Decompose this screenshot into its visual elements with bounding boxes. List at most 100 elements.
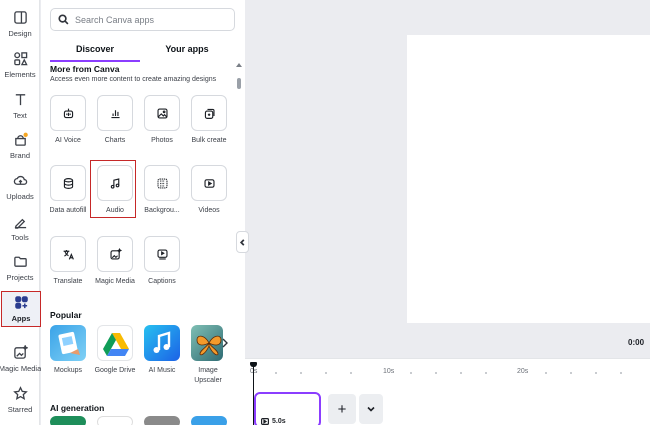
rail-item-text[interactable]: Text (0, 92, 40, 130)
tab-discover[interactable]: Discover (50, 44, 140, 62)
rail-item-label: Projects (6, 273, 34, 282)
app-tile-videos[interactable] (191, 165, 227, 201)
rail-item-label: Apps (11, 314, 31, 323)
rail-item-magic-media[interactable]: Magic Media (0, 345, 42, 383)
app-tile-charts[interactable] (97, 95, 133, 131)
captions-icon (156, 248, 168, 260)
scroll-up-icon[interactable] (236, 62, 242, 68)
google-drive-icon (103, 333, 129, 356)
rail-item-apps[interactable]: Apps (1, 291, 41, 327)
clip-duration-text: 5.0s (272, 418, 286, 425)
app-label: Backgrou... (144, 207, 180, 214)
app-tile-ai-music[interactable] (144, 325, 180, 361)
chevron-down-icon (367, 406, 375, 412)
rail-item-tools[interactable]: Tools (0, 214, 40, 252)
rail-item-label: Uploads (6, 192, 34, 201)
magic-media-icon (109, 247, 122, 260)
clip-duration: 5.0s (261, 418, 286, 425)
panel-scrollbar-thumb[interactable] (237, 78, 241, 89)
text-icon (15, 94, 25, 106)
butterfly-icon (196, 335, 222, 356)
app-tile-ai-gen-4[interactable] (191, 416, 227, 425)
app-tile-captions[interactable] (144, 236, 180, 272)
app-label: Photos (151, 137, 173, 144)
projects-icon (13, 256, 27, 267)
app-tile-magic-media[interactable] (97, 236, 133, 272)
app-tile-backgrounds[interactable] (144, 165, 180, 201)
timeline-clip[interactable]: 5.0s (254, 392, 321, 425)
add-page-button[interactable]: + (328, 394, 356, 424)
app-tile-mockups[interactable] (50, 325, 86, 361)
rail-item-label: Magic Media (0, 364, 42, 373)
timeline-tick: 10s (383, 368, 395, 375)
rail-item-projects[interactable]: Projects (0, 254, 40, 292)
rail-item-label: Tools (11, 233, 29, 242)
chevron-left-icon (239, 238, 245, 246)
rail-item-elements[interactable]: Elements (0, 51, 40, 89)
app-label: Image Upscaler (194, 367, 222, 384)
section-title-more-from-canva: More from Canva (50, 64, 120, 74)
elements-icon (13, 52, 28, 66)
left-rail: Design Elements Text Brand Uploads Tools… (0, 0, 42, 425)
app-tile-ai-gen-3[interactable] (144, 416, 180, 425)
app-label: Translate (53, 278, 83, 285)
bulk-create-icon (204, 108, 215, 119)
app-label: Mockups (53, 367, 82, 374)
timeline[interactable]: 0s 10s 20s 5.0s + (245, 358, 650, 425)
tools-icon (14, 218, 26, 229)
audio-highlight-box (90, 160, 136, 218)
app-label: Google Drive (94, 367, 136, 374)
app-label: Magic Media (95, 278, 135, 285)
photos-icon (156, 107, 168, 119)
search-input[interactable]: Search Canva apps (50, 8, 235, 31)
app-label: AI Voice (55, 137, 81, 144)
app-tile-google-drive[interactable] (97, 325, 133, 361)
section-subtitle: Access even more content to create amazi… (50, 76, 217, 83)
design-icon (13, 11, 27, 24)
app-tile-image-upscaler[interactable] (191, 325, 223, 361)
playback-time: 0:00 (628, 338, 645, 347)
star-icon (12, 386, 28, 400)
charts-icon (110, 109, 120, 118)
rail-item-label: Starred (7, 405, 33, 414)
video-icon (261, 418, 269, 425)
app-label: Captions (148, 278, 176, 285)
videos-icon (203, 178, 215, 188)
rail-item-starred[interactable]: Starred (0, 386, 40, 424)
search-placeholder: Search Canva apps (75, 14, 155, 25)
apps-panel: Search Canva apps Discover Your apps Mor… (41, 0, 245, 425)
rail-item-design[interactable]: Design (0, 10, 40, 48)
app-tile-ai-gen-1[interactable] (50, 416, 86, 425)
tab-your-apps[interactable]: Your apps (141, 44, 233, 62)
app-tile-ai-voice[interactable] (50, 95, 86, 131)
app-tile-ai-gen-2[interactable] (97, 416, 133, 425)
brand-icon (14, 132, 28, 146)
apps-icon (14, 296, 28, 309)
add-options-button[interactable] (359, 394, 383, 424)
rail-item-label: Elements (4, 70, 36, 79)
chevron-right-icon[interactable] (221, 338, 229, 348)
music-note-icon (153, 331, 171, 353)
design-canvas-page[interactable] (407, 35, 650, 323)
search-icon (58, 14, 69, 25)
rail-item-uploads[interactable]: Uploads (0, 173, 40, 211)
ai-voice-icon (63, 108, 73, 118)
rail-item-label: Design (8, 29, 32, 38)
mockups-icon (58, 331, 80, 355)
backgrounds-icon (156, 177, 168, 189)
app-tile-bulk-create[interactable] (191, 95, 227, 131)
app-tile-data-autofill[interactable] (50, 165, 86, 201)
app-tile-photos[interactable] (144, 95, 180, 131)
rail-item-brand[interactable]: Brand (0, 132, 40, 170)
rail-item-label: Text (13, 111, 27, 120)
app-label: Data autofill (49, 207, 87, 214)
collapse-panel-button[interactable] (236, 231, 249, 253)
app-label: Charts (104, 137, 126, 144)
app-label: Videos (198, 207, 220, 214)
rail-item-label: Brand (9, 151, 30, 160)
section-title-ai-generation: AI generation (50, 403, 105, 413)
app-label: Bulk create (191, 137, 227, 144)
timeline-tick: 20s (517, 368, 529, 375)
section-title-popular: Popular (50, 310, 82, 320)
app-tile-translate[interactable] (50, 236, 86, 272)
